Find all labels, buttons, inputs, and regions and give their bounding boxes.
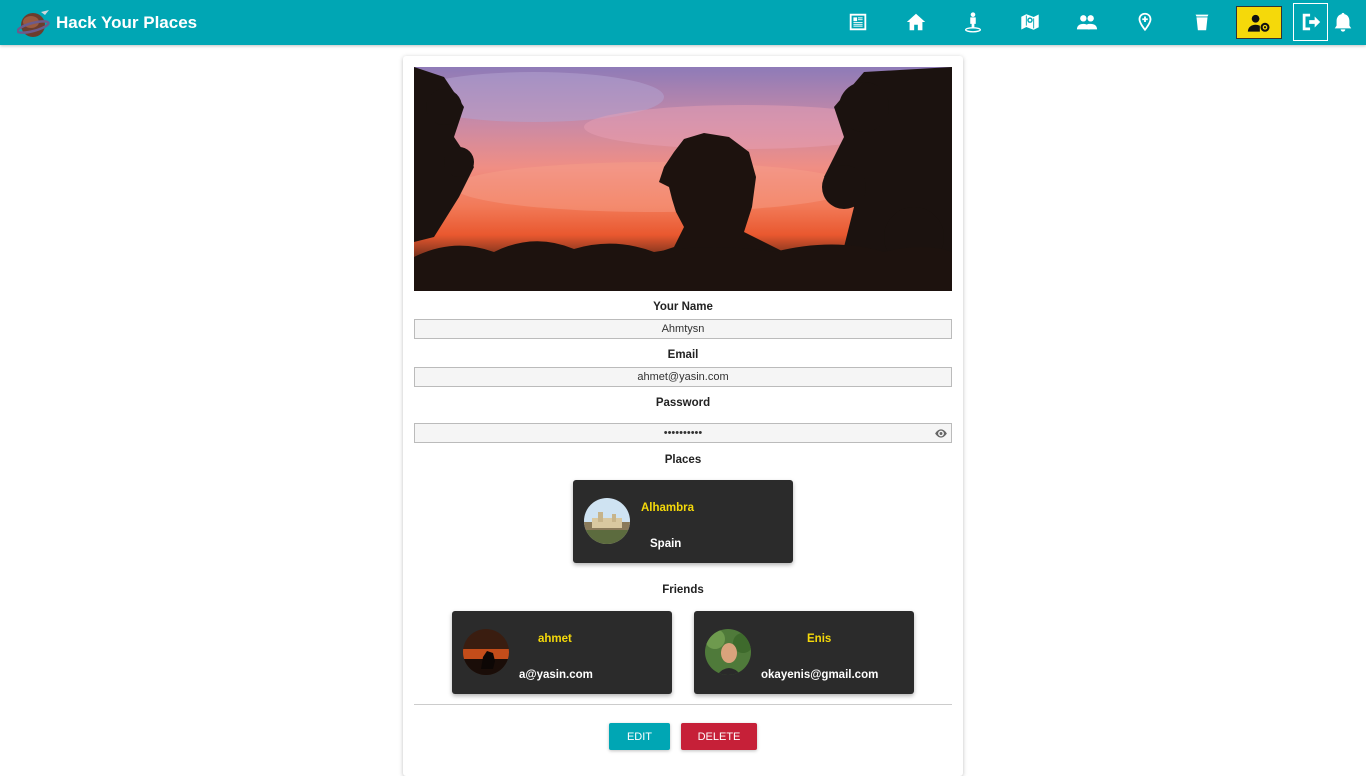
sign-out-icon[interactable] <box>1293 3 1328 41</box>
profile-card: Your Name Ahmtysn Email ahmet@yasin.com … <box>403 56 963 776</box>
cover-photo <box>414 67 952 291</box>
place-card[interactable]: Alhambra Spain <box>573 480 793 563</box>
name-field[interactable]: Ahmtysn <box>414 319 952 339</box>
friend-name: ahmet <box>538 633 572 645</box>
user-cog-icon[interactable] <box>1236 6 1282 39</box>
friend-name: Enis <box>807 633 832 645</box>
top-navbar: Hack Your Places <box>0 0 1366 45</box>
cup-icon[interactable] <box>1189 9 1215 35</box>
friend-avatar <box>463 629 509 675</box>
map-icon[interactable] <box>1017 9 1043 35</box>
divider <box>414 704 952 705</box>
app-title: Hack Your Places <box>56 12 198 32</box>
edit-button[interactable]: EDIT <box>609 723 670 750</box>
brand[interactable]: Hack Your Places <box>16 8 198 38</box>
place-title: Alhambra <box>641 502 695 514</box>
eye-icon[interactable] <box>934 427 948 440</box>
map-marker-plus-icon[interactable] <box>1132 9 1158 35</box>
friend-card[interactable]: ahmet a@yasin.com <box>452 611 672 694</box>
place-avatar <box>584 498 630 544</box>
users-icon[interactable] <box>1074 9 1100 35</box>
name-label: Your Name <box>653 301 713 313</box>
friend-avatar <box>705 629 751 675</box>
email-field[interactable]: ahmet@yasin.com <box>414 367 952 387</box>
delete-button[interactable]: DELETE <box>681 723 757 750</box>
street-view-icon[interactable] <box>960 9 986 35</box>
email-label: Email <box>667 349 699 361</box>
places-heading: Places <box>664 454 702 466</box>
password-field[interactable]: •••••••••• <box>414 423 952 443</box>
password-label: Password <box>655 397 711 409</box>
friends-heading: Friends <box>662 584 704 596</box>
place-country: Spain <box>650 538 682 550</box>
newspaper-icon[interactable] <box>845 9 871 35</box>
friend-email: a@yasin.com <box>519 669 593 681</box>
friend-email: okayenis@gmail.com <box>761 669 879 681</box>
bell-icon[interactable] <box>1331 10 1355 34</box>
password-value: •••••••••• <box>663 427 703 439</box>
home-icon[interactable] <box>903 9 929 35</box>
friend-card[interactable]: Enis okayenis@gmail.com <box>694 611 914 694</box>
globe-logo-icon <box>16 8 51 38</box>
